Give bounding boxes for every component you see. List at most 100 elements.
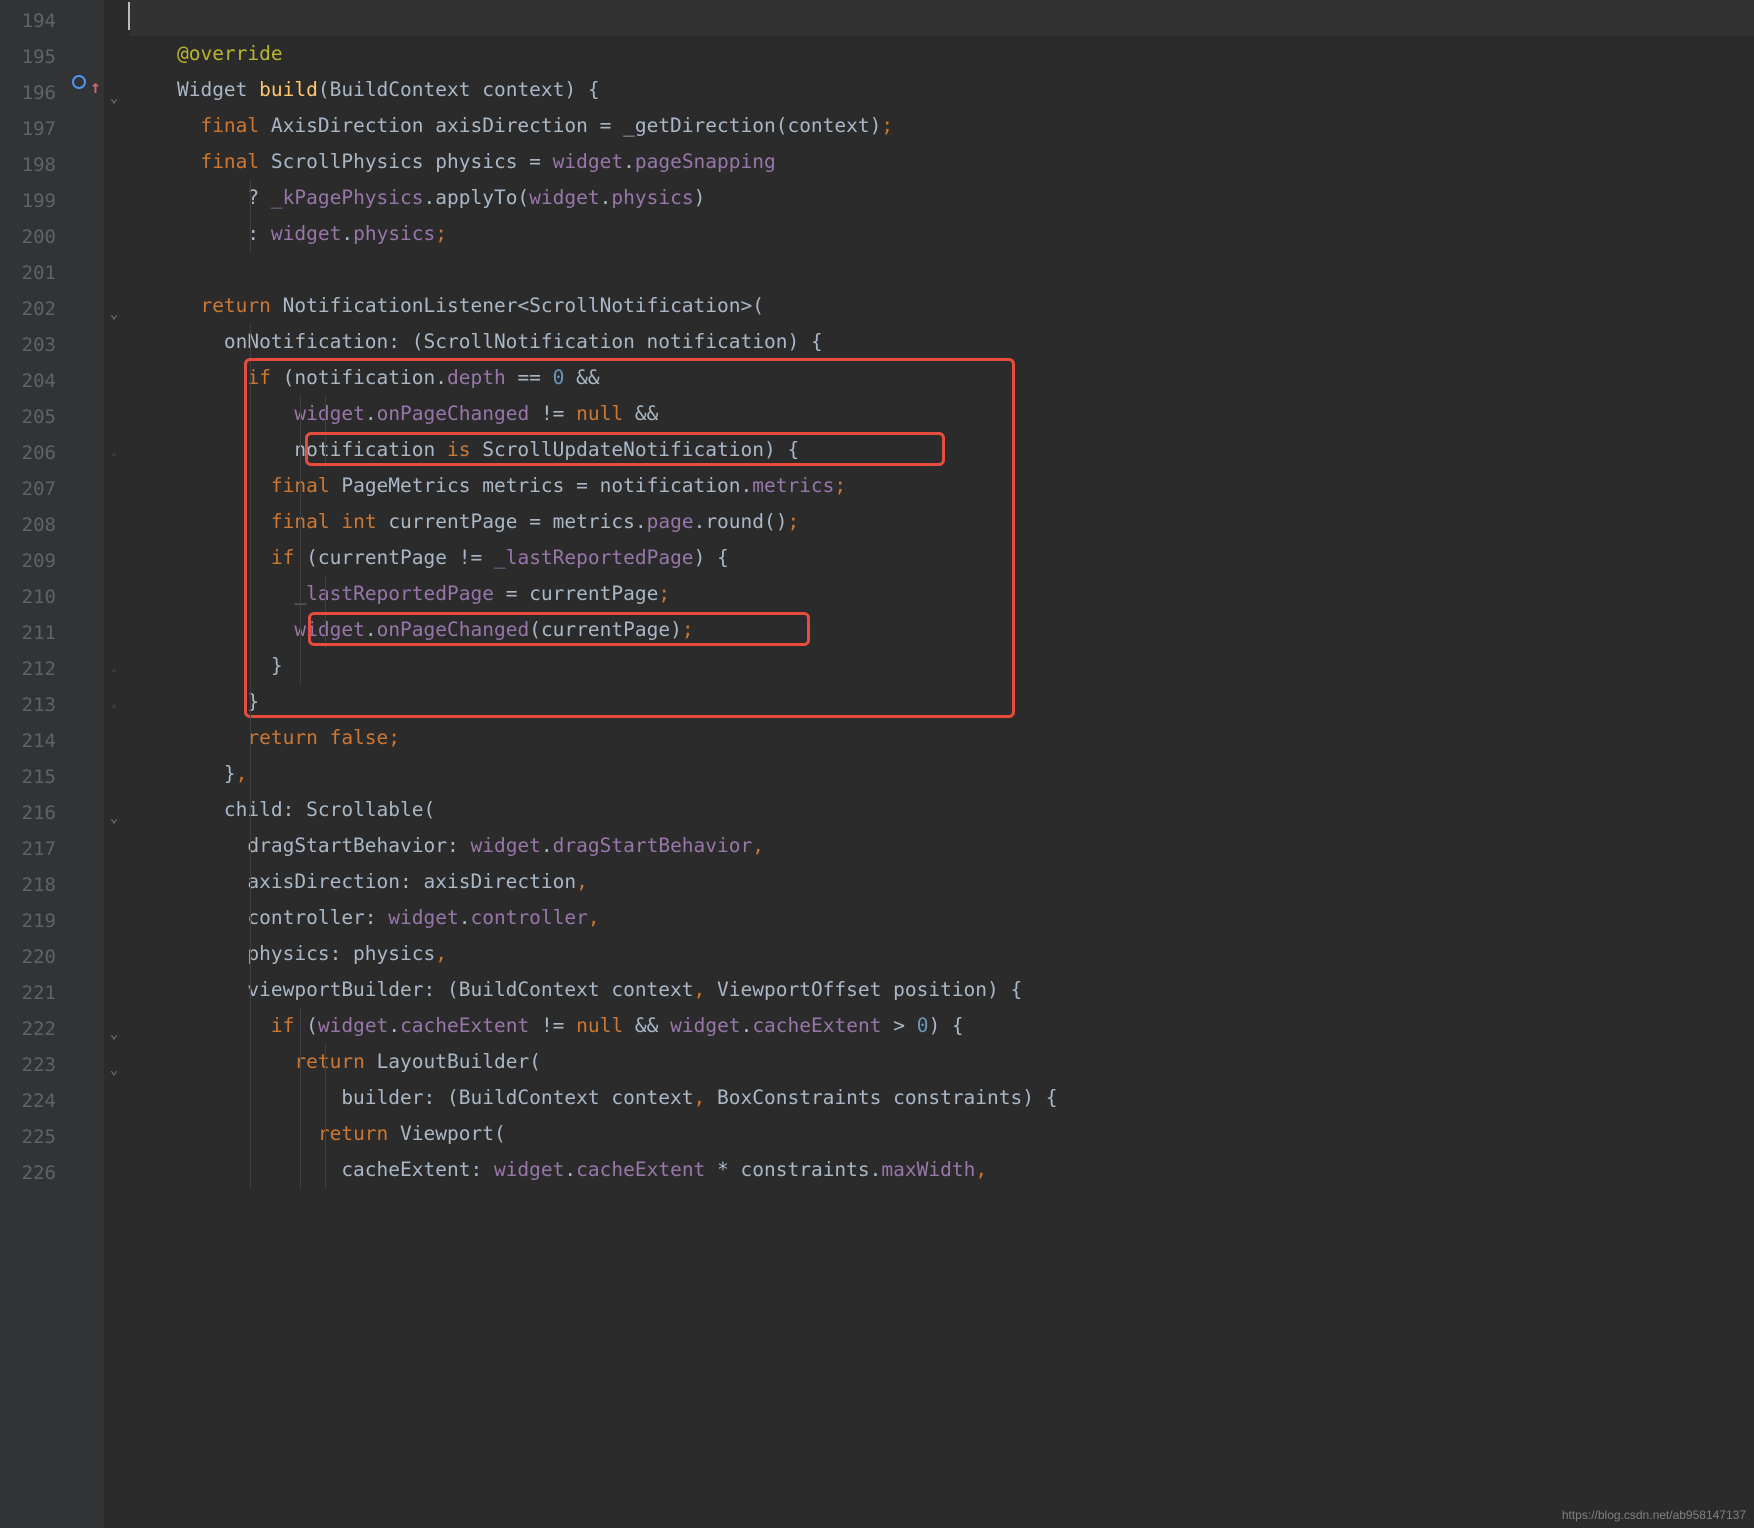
code-token: if — [271, 546, 294, 569]
line-number: 220 — [0, 939, 56, 975]
code-token: builder: (BuildContext context — [130, 1086, 694, 1109]
fold-close-icon[interactable]: ⌃ — [107, 692, 121, 728]
code-token: , — [752, 834, 764, 857]
code-line[interactable]: final ScrollPhysics physics = widget.pag… — [130, 144, 1754, 180]
watermark-text: https://blog.csdn.net/ab958147137 — [1562, 1508, 1746, 1522]
fold-toggle-icon[interactable]: ⌄ — [107, 296, 121, 332]
code-token: physics — [611, 186, 693, 209]
fold-toggle-icon[interactable]: ⌄ — [107, 1016, 121, 1052]
code-token: widget — [670, 1014, 740, 1037]
code-token: . — [541, 834, 553, 857]
code-token: int — [341, 510, 376, 533]
code-line[interactable]: builder: (BuildContext context, BoxConst… — [130, 1080, 1754, 1116]
code-token: ScrollUpdateNotification) { — [470, 438, 799, 461]
line-number: 198 — [0, 147, 56, 183]
line-number: 200 — [0, 219, 56, 255]
code-line[interactable]: : widget.physics; — [130, 216, 1754, 252]
line-number: 206 — [0, 435, 56, 471]
code-token: widget — [494, 1158, 564, 1181]
fold-close-icon[interactable]: ⌃ — [107, 656, 121, 692]
code-line[interactable]: } — [130, 684, 1754, 720]
code-token: cacheExtent — [576, 1158, 705, 1181]
code-token: != — [529, 402, 576, 425]
code-line[interactable]: axisDirection: axisDirection, — [130, 864, 1754, 900]
line-number: 226 — [0, 1155, 56, 1191]
code-line[interactable] — [130, 0, 1754, 36]
code-token — [130, 150, 200, 173]
code-line[interactable]: if (widget.cacheExtent != null && widget… — [130, 1008, 1754, 1044]
line-number: 205 — [0, 399, 56, 435]
code-line[interactable]: final AxisDirection axisDirection = _get… — [130, 108, 1754, 144]
code-line[interactable] — [130, 252, 1754, 288]
code-token: . — [341, 222, 353, 245]
code-line[interactable]: notification is ScrollUpdateNotification… — [130, 432, 1754, 468]
code-token: } — [130, 762, 236, 785]
code-line[interactable]: viewportBuilder: (BuildContext context, … — [130, 972, 1754, 1008]
code-token: , — [236, 762, 248, 785]
code-token: onNotification: (ScrollNotification noti… — [130, 330, 823, 353]
code-token: widget — [294, 618, 364, 641]
line-number: 196 — [0, 75, 56, 111]
line-number: 201 — [0, 255, 56, 291]
code-token: (BuildContext context) { — [318, 78, 600, 101]
line-number: 204 — [0, 363, 56, 399]
line-number-gutter: 1941951961971981992002012022032042052062… — [0, 0, 68, 1528]
code-area[interactable]: @override Widget build(BuildContext cont… — [124, 0, 1754, 1528]
line-number: 212 — [0, 651, 56, 687]
code-token: && — [564, 366, 599, 389]
fold-toggle-icon[interactable]: ⌄ — [107, 1052, 121, 1088]
code-line[interactable]: widget.onPageChanged(currentPage); — [130, 612, 1754, 648]
code-line[interactable]: return false; — [130, 720, 1754, 756]
fold-toggle-icon[interactable]: ⌄ — [107, 80, 121, 116]
code-token: currentPage = metrics. — [377, 510, 647, 533]
override-gutter-icon[interactable] — [72, 75, 86, 89]
fold-close-icon[interactable]: ⌃ — [107, 440, 121, 476]
code-line[interactable]: if (notification.depth == 0 && — [130, 360, 1754, 396]
code-token: widget — [470, 834, 540, 857]
code-line[interactable]: @override — [130, 36, 1754, 72]
code-token: , — [694, 978, 706, 1001]
line-number: 213 — [0, 687, 56, 723]
code-token: widget — [294, 402, 364, 425]
code-line[interactable]: onNotification: (ScrollNotification noti… — [130, 324, 1754, 360]
code-token: * constraints. — [705, 1158, 881, 1181]
code-line[interactable]: physics: physics, — [130, 936, 1754, 972]
code-line[interactable]: cacheExtent: widget.cacheExtent * constr… — [130, 1152, 1754, 1188]
code-token: ) { — [928, 1014, 963, 1037]
code-editor[interactable]: 1941951961971981992002012022032042052062… — [0, 0, 1754, 1528]
code-token: widget — [388, 906, 458, 929]
code-line[interactable]: controller: widget.controller, — [130, 900, 1754, 936]
code-token: cacheExtent — [752, 1014, 881, 1037]
code-line[interactable]: return Viewport( — [130, 1116, 1754, 1152]
code-line[interactable]: Widget build(BuildContext context) { — [130, 72, 1754, 108]
line-number: 211 — [0, 615, 56, 651]
code-line[interactable]: return LayoutBuilder( — [130, 1044, 1754, 1080]
code-line[interactable]: child: Scrollable( — [130, 792, 1754, 828]
code-line[interactable]: if (currentPage != _lastReportedPage) { — [130, 540, 1754, 576]
code-token: . — [459, 906, 471, 929]
code-token: is — [447, 438, 470, 461]
code-token: . — [365, 618, 377, 641]
code-token: _kPagePhysics — [271, 186, 424, 209]
code-token: physics — [353, 222, 435, 245]
code-line[interactable]: } — [130, 648, 1754, 684]
override-arrow-icon: ↑ — [90, 70, 101, 106]
code-line[interactable]: final int currentPage = metrics.page.rou… — [130, 504, 1754, 540]
code-line[interactable]: _lastReportedPage = currentPage; — [130, 576, 1754, 612]
code-token: && — [623, 402, 658, 425]
code-line[interactable]: dragStartBehavior: widget.dragStartBehav… — [130, 828, 1754, 864]
line-number: 221 — [0, 975, 56, 1011]
code-line[interactable]: }, — [130, 756, 1754, 792]
code-token: ScrollPhysics physics = — [259, 150, 553, 173]
code-token: cacheExtent — [400, 1014, 529, 1037]
line-number: 216 — [0, 795, 56, 831]
code-line[interactable]: return NotificationListener<ScrollNotifi… — [130, 288, 1754, 324]
code-token: physics: physics — [130, 942, 435, 965]
code-token: dragStartBehavior — [553, 834, 753, 857]
code-line[interactable]: ? _kPagePhysics.applyTo(widget.physics) — [130, 180, 1754, 216]
code-line[interactable]: widget.onPageChanged != null && — [130, 396, 1754, 432]
line-number: 215 — [0, 759, 56, 795]
code-line[interactable]: final PageMetrics metrics = notification… — [130, 468, 1754, 504]
fold-toggle-icon[interactable]: ⌄ — [107, 800, 121, 836]
code-token — [130, 1050, 294, 1073]
